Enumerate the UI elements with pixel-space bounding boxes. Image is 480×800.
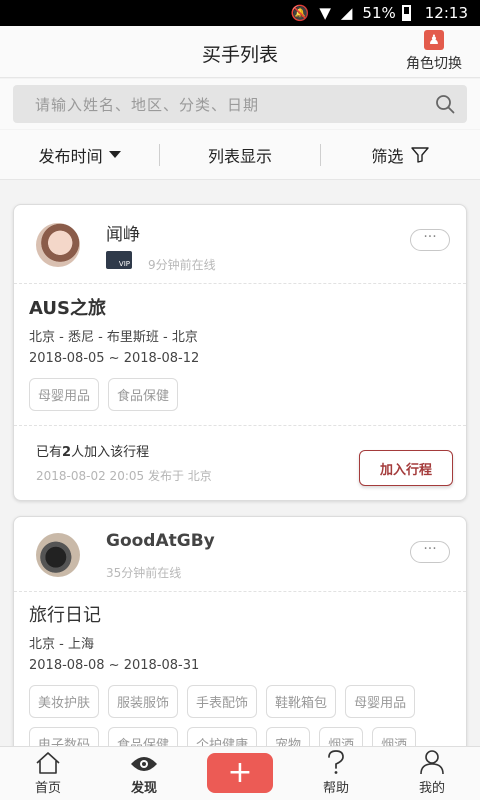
- more-options-button[interactable]: ···: [410, 229, 450, 251]
- app-header: 买手列表 ♟ 角色切换: [0, 26, 480, 78]
- category-tag: 鞋靴箱包: [266, 685, 337, 718]
- caret-down-icon: [108, 151, 121, 158]
- battery-icon: [401, 5, 411, 21]
- username: 闻峥: [106, 225, 140, 245]
- battery-percent: 51%: [362, 4, 396, 22]
- nav-discover-label: 发现: [130, 781, 157, 796]
- more-options-button[interactable]: ···: [410, 541, 450, 563]
- divider: [14, 591, 466, 592]
- category-tag: 母婴用品: [29, 378, 100, 411]
- filter-bar: 发布时间 列表显示 筛选: [0, 130, 480, 180]
- role-switch-button[interactable]: ♟ 角色切换: [406, 30, 462, 73]
- publish-time-sort[interactable]: 发布时间: [0, 143, 159, 167]
- funnel-icon: [411, 146, 430, 163]
- search-placeholder: 请输入姓名、地区、分类、日期: [35, 95, 260, 114]
- trip-dates: 2018-08-05 ~ 2018-08-12: [29, 351, 200, 366]
- add-trip-button[interactable]: +: [192, 747, 288, 800]
- search-area: 请输入姓名、地区、分类、日期: [0, 79, 480, 129]
- trip-card[interactable]: 闻峥 VIP 9分钟前在线 ··· AUS之旅 北京 - 悉尼 - 布里斯班 -…: [13, 204, 467, 501]
- avatar[interactable]: [36, 533, 80, 577]
- trip-dates: 2018-08-08 ~ 2018-08-31: [29, 658, 200, 673]
- nav-help[interactable]: 帮助: [288, 747, 384, 800]
- trip-title: AUS之旅: [29, 298, 106, 319]
- joined-count-text: 已有2人加入该行程: [36, 445, 150, 460]
- home-icon: [36, 752, 60, 774]
- clock: 12:13: [424, 4, 468, 22]
- list-view-label: 列表显示: [207, 146, 272, 166]
- publish-time-label: 发布时间: [38, 146, 103, 166]
- user-icon: [420, 750, 444, 775]
- role-switch-label: 角色切换: [406, 56, 462, 72]
- filter-button[interactable]: 筛选: [321, 143, 480, 167]
- nav-help-label: 帮助: [322, 781, 349, 796]
- search-icon[interactable]: [435, 94, 455, 114]
- mute-icon: 🔕: [290, 4, 310, 22]
- list-view-toggle[interactable]: 列表显示: [160, 143, 319, 167]
- role-switch-icon: ♟: [424, 30, 444, 50]
- username: GoodAtGBy: [106, 531, 215, 551]
- trip-title: 旅行日记: [29, 605, 101, 626]
- filter-label: 筛选: [371, 146, 404, 166]
- category-tag: 美妆护肤: [29, 685, 100, 718]
- divider: [14, 283, 466, 284]
- status-bar: 🔕 ▼ ◢ 51% 12:13: [0, 0, 480, 26]
- divider: [14, 425, 466, 426]
- nav-discover[interactable]: 发现: [96, 747, 192, 800]
- online-status: 35分钟前在线: [106, 566, 182, 580]
- posted-info: 2018-08-02 20:05 发布于 北京: [36, 469, 212, 483]
- question-icon: [328, 750, 344, 774]
- signal-icon: ◢: [340, 4, 353, 22]
- bottom-nav: 首页 发现 + 帮助 我的: [0, 746, 480, 800]
- plus-icon: +: [207, 752, 273, 793]
- category-tag: 服装服饰: [108, 685, 179, 718]
- nav-home[interactable]: 首页: [0, 747, 96, 800]
- join-trip-button[interactable]: 加入行程: [359, 450, 453, 486]
- vip-card-icon: VIP: [106, 251, 132, 269]
- trip-route: 北京 - 上海: [29, 637, 94, 652]
- avatar[interactable]: [36, 223, 80, 267]
- category-tag: 食品保健: [108, 378, 179, 411]
- nav-home-label: 首页: [34, 781, 61, 796]
- category-tag: 手表配饰: [187, 685, 258, 718]
- wifi-icon: ▼: [319, 4, 331, 22]
- trip-route: 北京 - 悉尼 - 布里斯班 - 北京: [29, 330, 198, 345]
- category-tag: 母婴用品: [345, 685, 416, 718]
- nav-mine-label: 我的: [418, 781, 445, 796]
- online-status: 9分钟前在线: [148, 258, 216, 272]
- eye-icon: [131, 757, 157, 771]
- category-tags: 母婴用品 食品保健: [29, 378, 456, 411]
- search-input[interactable]: 请输入姓名、地区、分类、日期: [13, 85, 467, 123]
- nav-mine[interactable]: 我的: [384, 747, 480, 800]
